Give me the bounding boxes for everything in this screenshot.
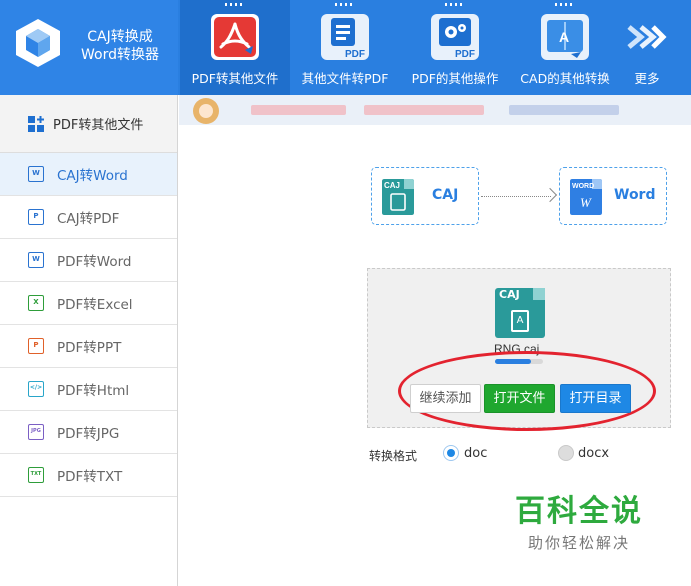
tab-dots-icon [445, 3, 465, 6]
sidebar-item-label: PDF转TXT [57, 469, 123, 485]
sidebar-item-pdf-to-html[interactable]: </> PDF转Html [0, 368, 177, 411]
word-doc-icon: W [28, 166, 44, 182]
tool-label: 更多 [634, 71, 660, 86]
radio-docx-label[interactable]: docx [578, 446, 609, 461]
notice-blurred-text [509, 105, 619, 115]
watermark-subtitle: 助你轻松解决 [527, 534, 630, 552]
tool-pdf-to-other[interactable]: PDF转其他文件 [180, 0, 290, 95]
book-icon: A [511, 310, 529, 332]
sidebar-item-label: CAJ转Word [57, 168, 128, 184]
sidebar-item-pdf-to-jpg[interactable]: JPG PDF转JPG [0, 411, 177, 454]
notice-blurred-text [364, 105, 484, 115]
caj-file-icon: CAJ [382, 179, 414, 215]
txt-file-icon: TXT [28, 467, 44, 483]
sidebar-item-label: CAJ转PDF [57, 211, 120, 227]
tool-label: 其他文件转PDF [301, 71, 389, 86]
word-icon-text: WORD [572, 183, 594, 190]
target-format-box: WORD W Word [559, 167, 667, 225]
arrow-right-icon [542, 187, 558, 203]
cad-convert-icon: A [541, 14, 589, 60]
double-chevron-right-icon [627, 25, 667, 49]
word-icon-letter: W [580, 195, 592, 210]
tool-other-to-pdf[interactable]: PDF 其他文件转PDF [290, 0, 400, 95]
tool-label: CAD的其他转换 [520, 71, 610, 86]
caj-icon-text: CAJ [384, 181, 400, 190]
app-title: CAJ转换成 Word转换器 [70, 28, 170, 64]
grid-plus-icon [28, 115, 44, 132]
app-title-line1: CAJ转换成 [87, 29, 153, 45]
sidebar-item-caj-to-word[interactable]: W CAJ转Word [0, 153, 177, 196]
sidebar-header: PDF转其他文件 [0, 95, 177, 153]
tab-dots-icon [225, 3, 245, 6]
arrow-line [481, 196, 551, 197]
pdf-doc-icon: P [28, 209, 44, 225]
pdf-badge-text: PDF [455, 49, 475, 60]
excel-file-icon: X [28, 295, 44, 311]
sidebar-item-pdf-to-txt[interactable]: TXT PDF转TXT [0, 454, 177, 497]
radio-doc-label[interactable]: doc [464, 446, 487, 461]
cube-logo-icon [16, 19, 60, 67]
html-file-icon: </> [28, 381, 44, 397]
word-file-icon: WORD W [570, 179, 602, 215]
sidebar-item-label: PDF转PPT [57, 340, 122, 356]
sidebar: PDF转其他文件 W CAJ转Word P CAJ转PDF W PDF转Word… [0, 95, 178, 586]
radio-doc[interactable] [443, 445, 459, 461]
format-label: 转换格式 [369, 449, 418, 463]
app-title-line2: Word转换器 [81, 47, 159, 63]
tool-pdf-operations[interactable]: PDF PDF的其他操作 [400, 0, 510, 95]
file-fold [533, 288, 545, 300]
tab-dots-icon [555, 3, 575, 6]
top-toolbar: CAJ转换成 Word转换器 PDF转其他文件 PDF 其他文件转PDF PDF… [0, 0, 691, 95]
sidebar-item-label: PDF转Word [57, 254, 132, 270]
sidebar-item-label: PDF转Excel [57, 297, 133, 313]
tool-cad-convert[interactable]: A CAD的其他转换 [510, 0, 620, 95]
tab-dots-icon [335, 3, 355, 6]
sidebar-header-label: PDF转其他文件 [53, 118, 144, 133]
sidebar-item-caj-to-pdf[interactable]: P CAJ转PDF [0, 196, 177, 239]
source-format-label: CAJ [432, 187, 459, 203]
notice-blurred-text [251, 105, 346, 115]
cad-badge-text: A [559, 29, 569, 45]
open-file-button[interactable]: 打开文件 [484, 384, 555, 413]
pdf-acrobat-icon [211, 14, 259, 60]
tool-label: PDF的其他操作 [411, 71, 499, 86]
sidebar-item-pdf-to-excel[interactable]: X PDF转Excel [0, 282, 177, 325]
file-badge: CAJ [499, 288, 520, 301]
document-to-pdf-icon: PDF [321, 14, 369, 60]
sidebar-item-label: PDF转JPG [57, 426, 120, 442]
open-directory-button[interactable]: 打开目录 [560, 384, 631, 413]
sidebar-item-pdf-to-ppt[interactable]: P PDF转PPT [0, 325, 177, 368]
watermark: 百科全说 助你轻松解决 [514, 495, 644, 553]
target-format-label: Word [614, 187, 656, 203]
tool-more[interactable]: 更多 [622, 0, 672, 95]
radio-docx[interactable] [558, 445, 574, 461]
pdf-badge-text: PDF [345, 49, 365, 60]
main-panel: CAJ CAJ WORD W Word CAJ A RNG.caj 继续添加 打… [179, 95, 691, 586]
word-file-icon: W [28, 252, 44, 268]
mascot-icon [193, 98, 219, 124]
ppt-file-icon: P [28, 338, 44, 354]
app-logo: CAJ转换成 Word转换器 [0, 0, 178, 95]
caj-file-icon[interactable]: CAJ A [495, 288, 545, 338]
sidebar-item-label: PDF转Html [57, 383, 130, 399]
source-format-box: CAJ CAJ [371, 167, 479, 225]
tool-label: PDF转其他文件 [191, 71, 279, 86]
sidebar-item-pdf-to-word[interactable]: W PDF转Word [0, 239, 177, 282]
jpg-file-icon: JPG [28, 424, 44, 440]
watermark-title: 百科全说 [515, 494, 643, 529]
notice-bar [179, 95, 691, 125]
continue-add-button[interactable]: 继续添加 [410, 384, 481, 413]
pdf-gears-icon: PDF [431, 14, 479, 60]
